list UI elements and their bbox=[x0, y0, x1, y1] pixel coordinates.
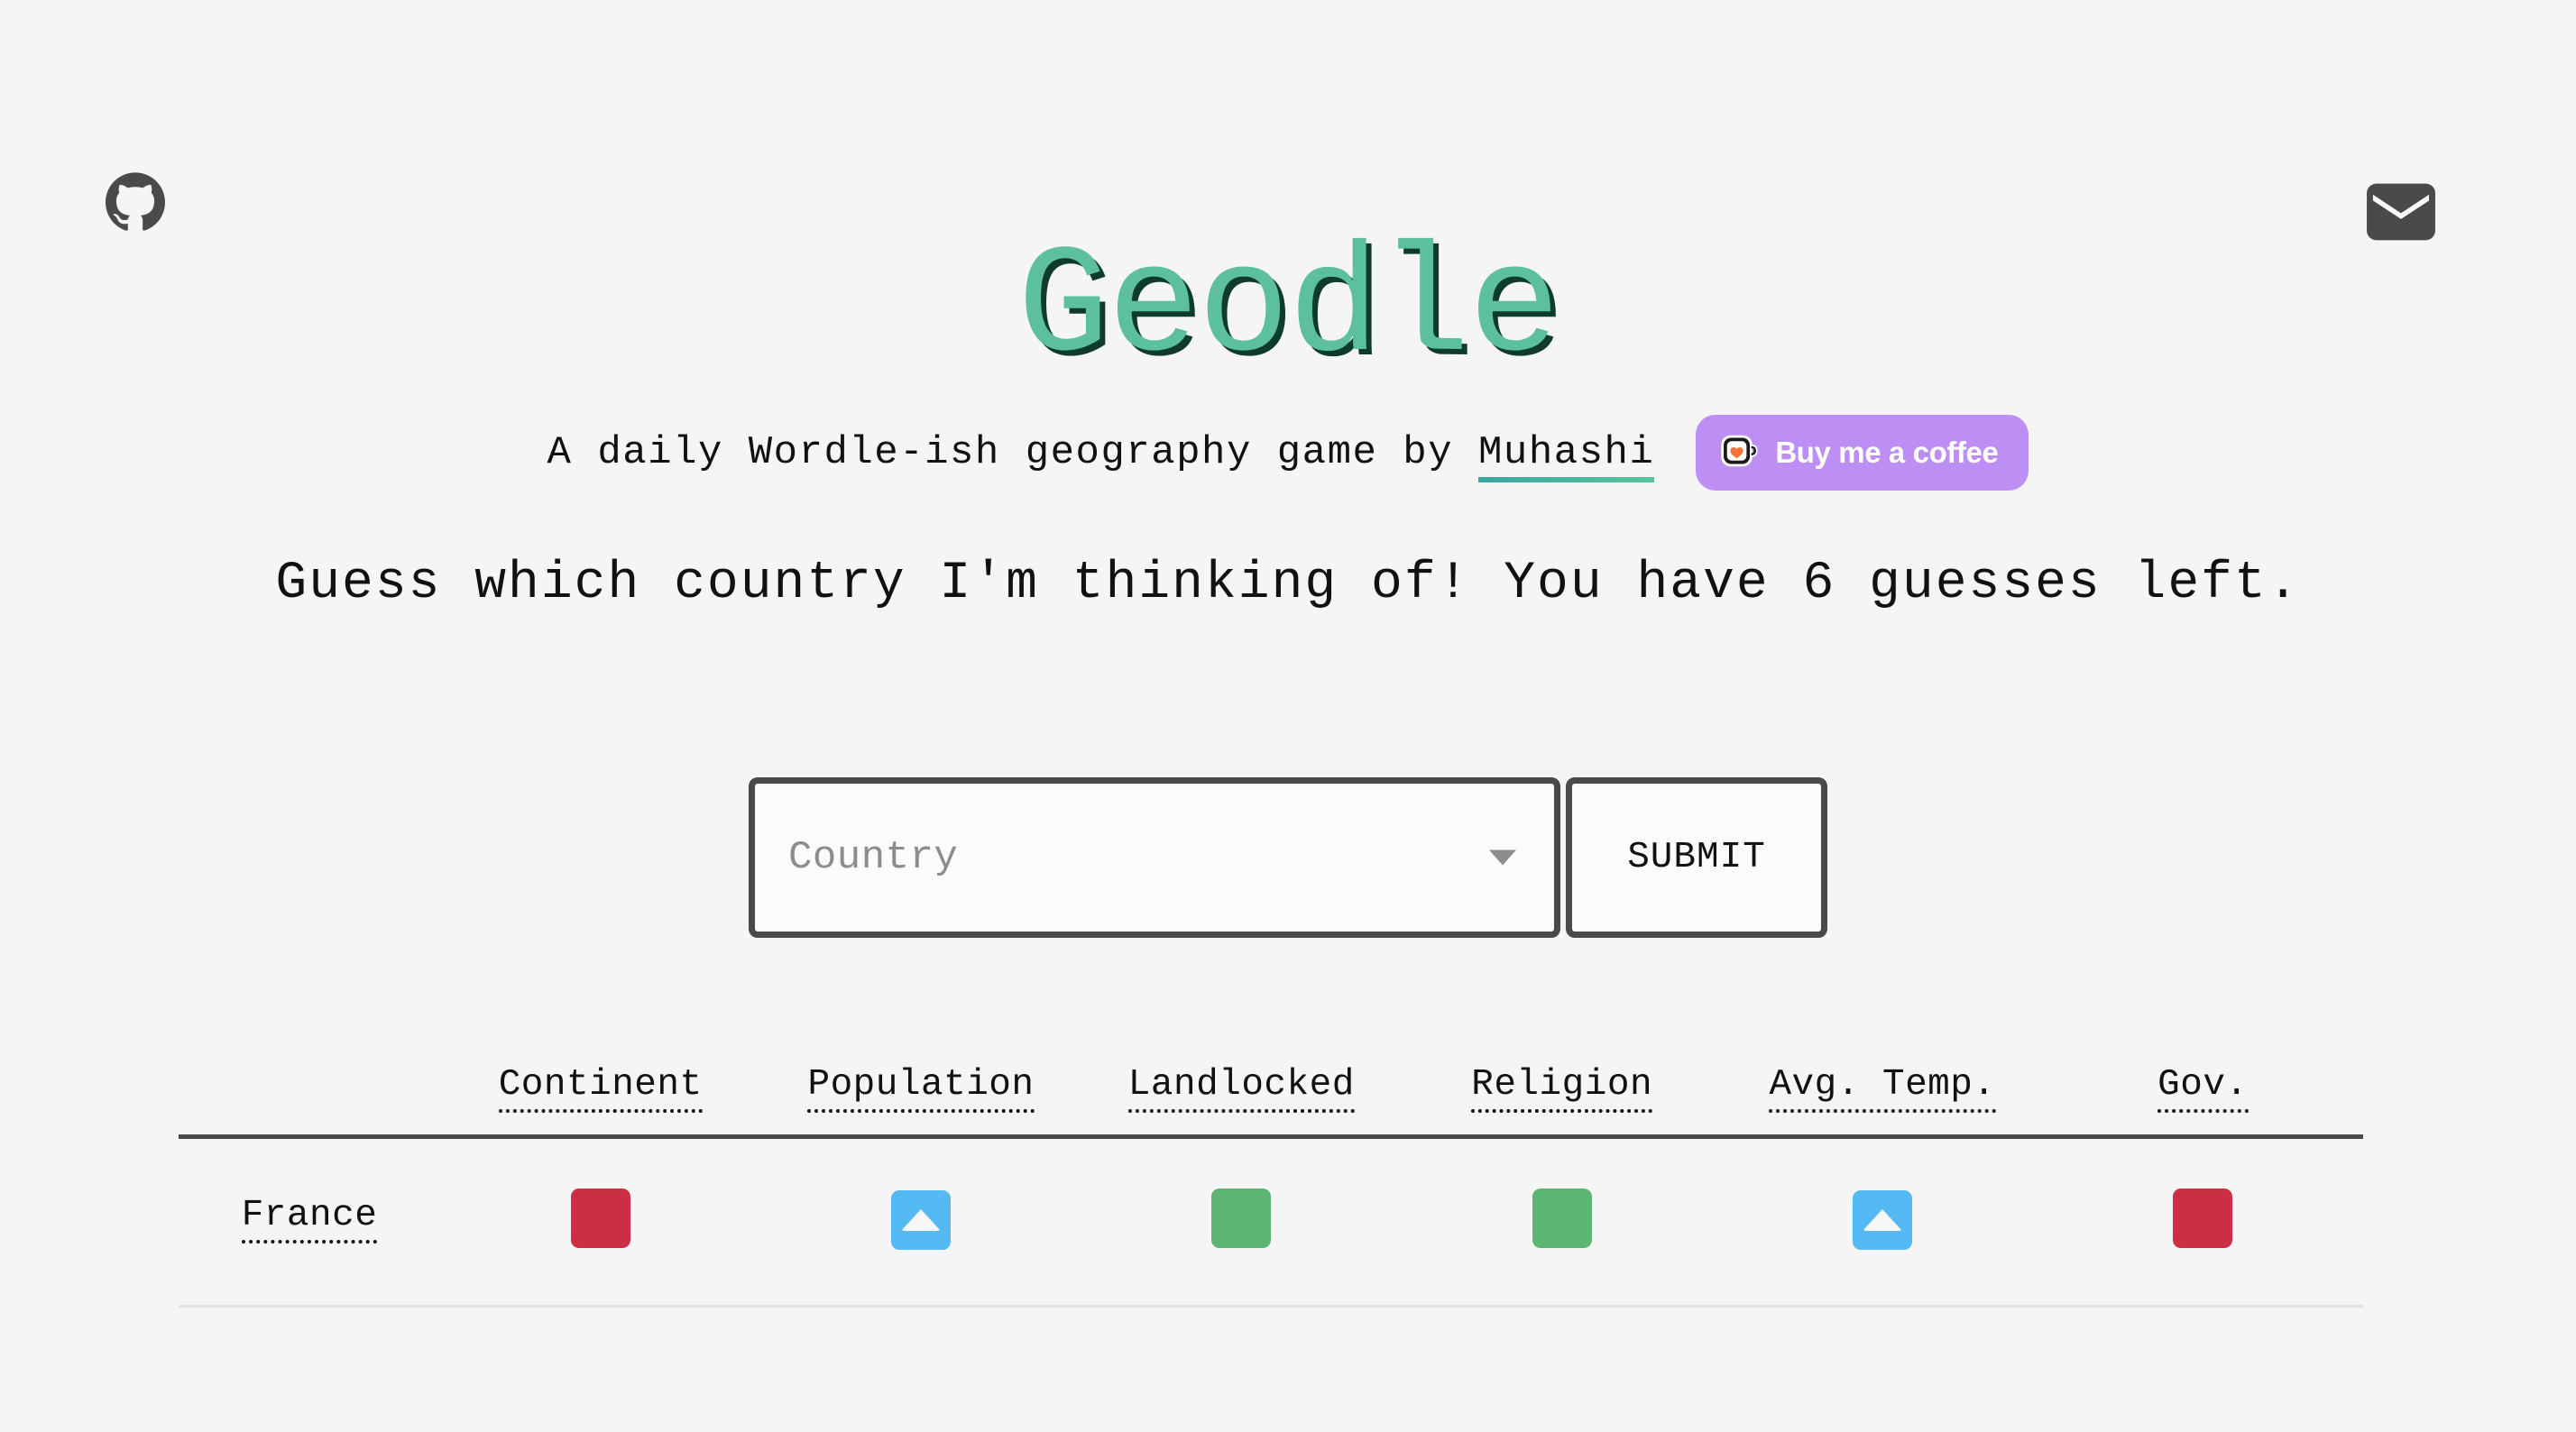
column-header-continent: Continent bbox=[440, 1064, 760, 1137]
column-header-gov-label[interactable]: Gov. bbox=[2157, 1065, 2249, 1114]
guess-form: SUBMIT bbox=[0, 777, 2576, 938]
subtitle-row: A daily Wordle-ish geography game by Muh… bbox=[0, 415, 2576, 491]
arrow-up-icon bbox=[900, 1209, 941, 1232]
column-header-gov: Gov. bbox=[2043, 1064, 2363, 1137]
results-table-container: Continent Population Landlocked Religion… bbox=[179, 1064, 2363, 1308]
result-tile-correct bbox=[1211, 1188, 1272, 1248]
row-tile-cell-gov bbox=[2043, 1137, 2363, 1307]
column-header-temp: Avg. Temp. bbox=[1722, 1064, 2042, 1137]
row-tile-cell-temp bbox=[1722, 1137, 2042, 1307]
result-tile-incorrect bbox=[570, 1188, 630, 1248]
row-tile-cell-continent bbox=[440, 1137, 760, 1307]
buy-me-a-coffee-label: Buy me a coffee bbox=[1775, 436, 1999, 469]
column-header-religion: Religion bbox=[1402, 1064, 1722, 1137]
arrow-up-icon bbox=[1862, 1209, 1902, 1232]
result-tile-hint bbox=[1852, 1190, 1912, 1251]
chevron-down-icon[interactable] bbox=[1489, 849, 1516, 866]
column-header-temp-label[interactable]: Avg. Temp. bbox=[1769, 1065, 1996, 1114]
column-header-continent-label[interactable]: Continent bbox=[498, 1065, 703, 1114]
guess-prompt: Guess which country I'm thinking of! You… bbox=[275, 555, 2301, 613]
result-tile-incorrect bbox=[2173, 1188, 2233, 1248]
table-row: France bbox=[179, 1137, 2363, 1307]
buy-me-a-coffee-button[interactable]: Buy me a coffee bbox=[1696, 415, 2029, 491]
subtitle-prefix: A daily Wordle-ish geography game by bbox=[547, 430, 1454, 475]
row-tile-cell-landlocked bbox=[1081, 1137, 1402, 1307]
submit-button[interactable]: SUBMIT bbox=[1566, 777, 1827, 938]
column-header-landlocked: Landlocked bbox=[1081, 1064, 1402, 1137]
result-tile-correct bbox=[1532, 1188, 1592, 1248]
subtitle-text: A daily Wordle-ish geography game by Muh… bbox=[547, 430, 1655, 482]
column-header-country bbox=[179, 1064, 440, 1137]
results-header-row: Continent Population Landlocked Religion… bbox=[179, 1064, 2363, 1137]
row-tile-cell-religion bbox=[1402, 1137, 1722, 1307]
column-header-landlocked-label[interactable]: Landlocked bbox=[1127, 1065, 1355, 1114]
author-link[interactable]: Muhashi bbox=[1478, 430, 1655, 482]
coffee-cup-heart-icon bbox=[1719, 430, 1761, 476]
result-tile-hint bbox=[890, 1190, 951, 1251]
results-table-head: Continent Population Landlocked Religion… bbox=[179, 1064, 2363, 1137]
column-header-religion-label[interactable]: Religion bbox=[1471, 1065, 1653, 1114]
column-header-population: Population bbox=[760, 1064, 1081, 1137]
row-country-name[interactable]: France bbox=[241, 1196, 378, 1244]
results-table: Continent Population Landlocked Religion… bbox=[179, 1064, 2363, 1308]
country-input[interactable] bbox=[755, 834, 1476, 881]
page-title: Geodle bbox=[1017, 221, 1560, 396]
country-select[interactable] bbox=[749, 777, 1560, 938]
results-table-body: France bbox=[179, 1137, 2363, 1307]
row-tile-cell-population bbox=[760, 1137, 1081, 1307]
column-header-population-label[interactable]: Population bbox=[807, 1065, 1035, 1114]
row-country-cell: France bbox=[179, 1137, 440, 1307]
